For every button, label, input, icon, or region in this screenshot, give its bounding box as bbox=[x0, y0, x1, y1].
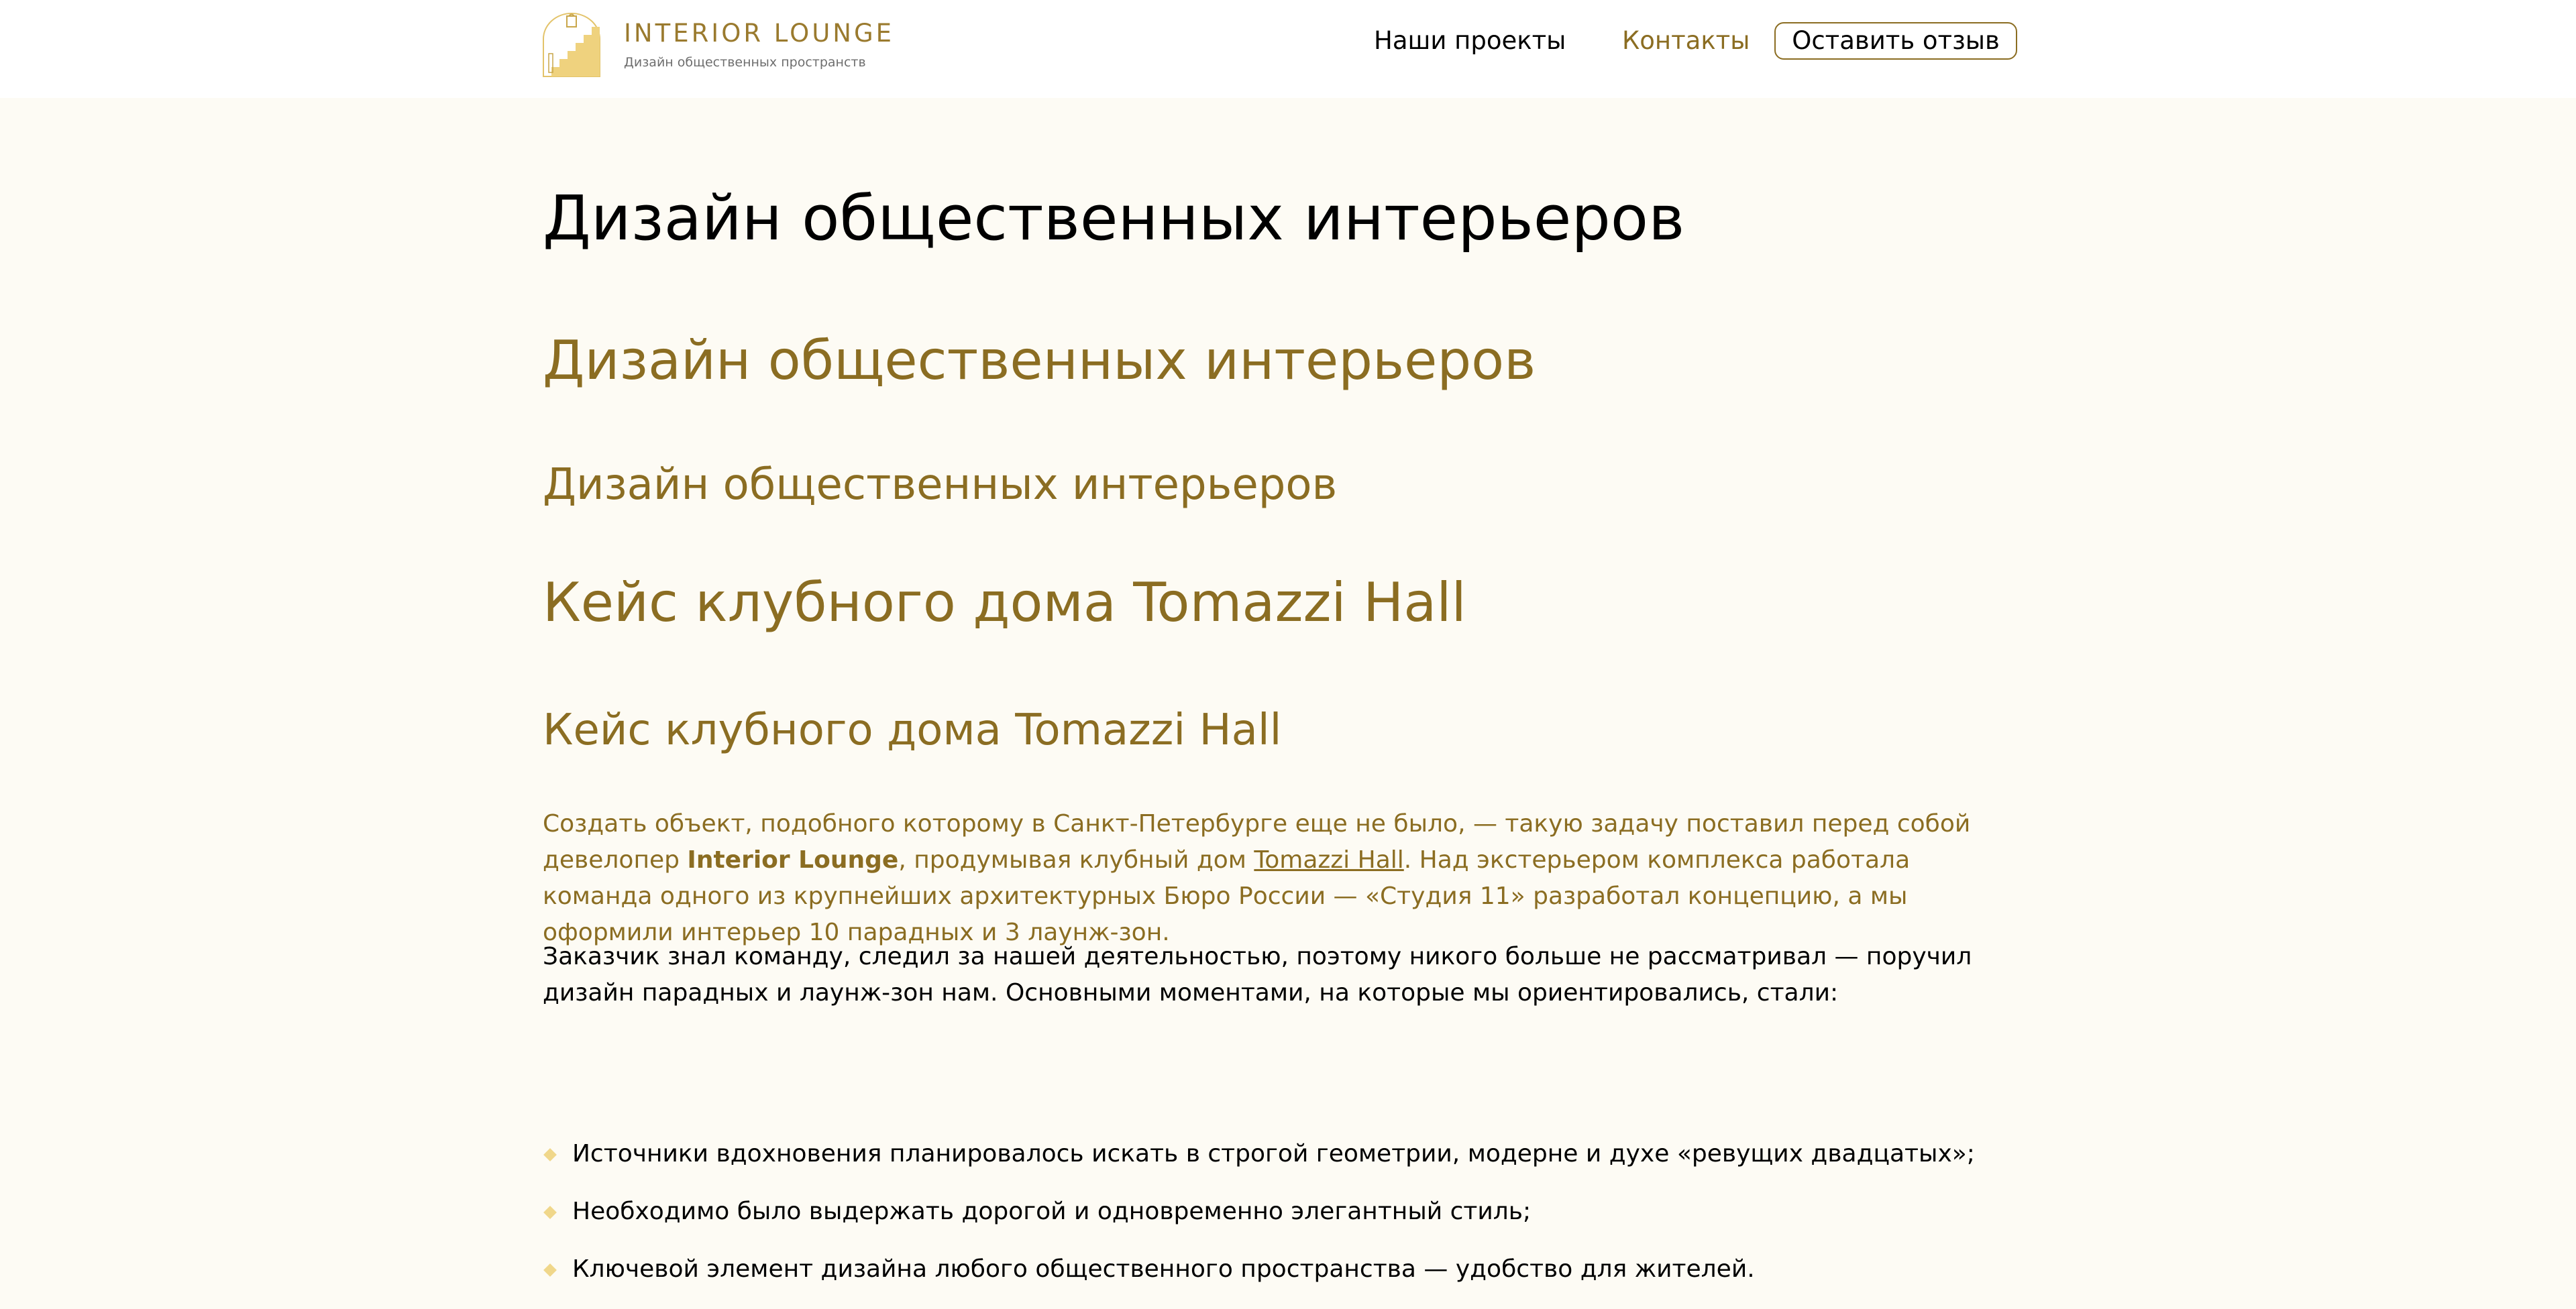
diamond-bullet-icon bbox=[543, 1206, 557, 1219]
list-item: Источники вдохновения планировалось иска… bbox=[543, 1136, 2025, 1194]
nav-link-projects[interactable]: Наши проекты bbox=[1374, 24, 1566, 58]
goals-list: Источники вдохновения планировалось иска… bbox=[543, 1136, 2025, 1309]
body-paragraph: Заказчик знал команду, следил за нашей д… bbox=[543, 943, 1972, 1007]
list-item-text: Необходимо было выдержать дорогой и одно… bbox=[572, 1198, 1532, 1225]
developer-name: Interior Lounge bbox=[687, 846, 899, 874]
intro-paragraph: Создать объект, подобного которому в Сан… bbox=[543, 806, 2025, 951]
list-item: Ключевой элемент дизайна любого обществе… bbox=[543, 1251, 2025, 1309]
logo-name: INTERIOR LOUNGE bbox=[624, 19, 895, 48]
section-heading-medium: Дизайн общественных интерьеров bbox=[543, 460, 1338, 510]
list-item-text: Ключевой элемент дизайна любого обществе… bbox=[572, 1255, 1755, 1283]
list-item-text: Источники вдохновения планировалось иска… bbox=[572, 1140, 1975, 1168]
leave-review-button[interactable]: Оставить отзыв bbox=[1774, 22, 2017, 60]
section-heading-large: Дизайн общественных интерьеров bbox=[543, 329, 1536, 392]
nav-link-contacts[interactable]: Контакты bbox=[1622, 24, 1750, 58]
site-header: INTERIOR LOUNGE Дизайн общественных прос… bbox=[0, 0, 2576, 98]
list-item: Необходимо было выдержать дорогой и одно… bbox=[543, 1194, 2025, 1251]
page-title: Дизайн общественных интерьеров bbox=[543, 182, 1685, 254]
diamond-bullet-icon bbox=[543, 1263, 557, 1277]
tomazzi-hall-link[interactable]: Tomazzi Hall bbox=[1254, 846, 1403, 874]
case-heading-large: Кейс клубного дома Tomazzi Hall bbox=[543, 571, 1466, 634]
case-heading-small: Кейс клубного дома Tomazzi Hall bbox=[543, 705, 1282, 755]
logo-tagline: Дизайн общественных пространств bbox=[624, 55, 866, 70]
intro-text-2: , продумывая клубный дом bbox=[898, 846, 1254, 874]
arched-doorway-stairs-logo-icon bbox=[543, 13, 600, 77]
logo-link[interactable]: INTERIOR LOUNGE Дизайн общественных прос… bbox=[542, 12, 918, 79]
diamond-bullet-icon bbox=[543, 1148, 557, 1161]
